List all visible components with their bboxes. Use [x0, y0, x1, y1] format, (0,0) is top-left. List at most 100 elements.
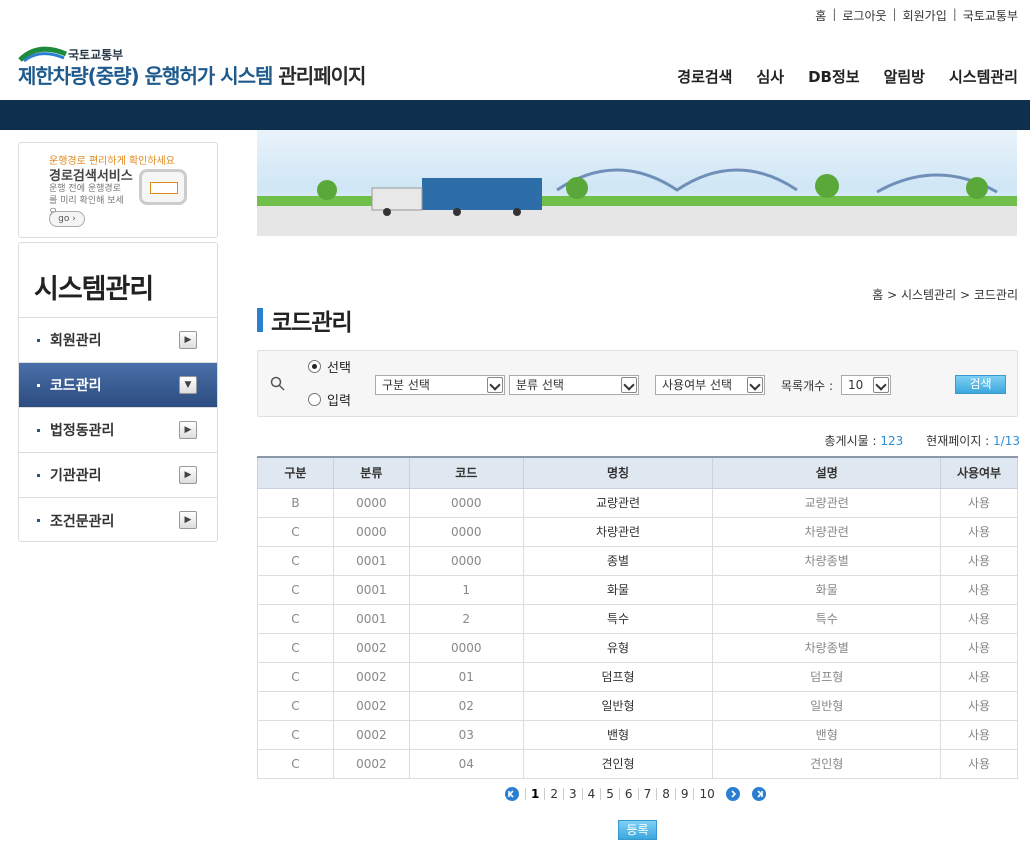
cell-name: 밴형 — [522, 719, 714, 750]
navbar-strip — [0, 100, 1030, 130]
table-row[interactable]: C 0002 0000 유형 차량종별 사용 — [257, 632, 1018, 663]
cell-name: 교량관련 — [522, 487, 714, 518]
sidebar-item-legal-dong[interactable]: 법정동관리 ▶ — [19, 408, 217, 453]
search-icon — [270, 376, 285, 391]
page-1[interactable]: 1 — [525, 788, 544, 800]
last-page-icon[interactable] — [751, 787, 766, 801]
global-nav: 경로검색 심사 DB정보 알림방 시스템관리 — [677, 66, 1018, 87]
bunryu-select-value: 분류 선택 — [516, 378, 564, 392]
col-gubun: 구분 — [257, 456, 334, 489]
signup-link[interactable]: 회원가입 — [903, 7, 947, 24]
sidebar-item-conditions[interactable]: 조건문관리 ▶ — [19, 498, 217, 543]
page-5[interactable]: 5 — [600, 788, 619, 800]
register-button[interactable]: 등록 — [618, 820, 657, 840]
cell-desc: 차량종별 — [712, 632, 942, 663]
chevron-down-icon — [747, 377, 763, 393]
cell-code: 0000 — [408, 545, 524, 576]
sidebar-item-codes[interactable]: 코드관리 ▼ — [19, 363, 217, 408]
cell-bunryu: 0002 — [332, 690, 410, 721]
cell-use: 사용 — [940, 516, 1018, 547]
cell-bunryu: 0000 — [332, 487, 410, 518]
cell-name: 화물 — [522, 574, 714, 605]
sidebar-item-agencies[interactable]: 기관관리 ▶ — [19, 453, 217, 498]
separator: | — [892, 7, 897, 21]
logout-link[interactable]: 로그아웃 — [842, 7, 886, 24]
col-code: 코드 — [408, 456, 524, 489]
bunryu-select[interactable]: 분류 선택 — [509, 375, 639, 395]
page-4[interactable]: 4 — [581, 788, 601, 800]
logo-title-admin: 관리페이지 — [278, 64, 366, 88]
arrow-right-icon: ▶ — [179, 466, 197, 484]
search-button[interactable]: 검색 — [955, 375, 1006, 394]
cell-code: 0000 — [408, 632, 524, 663]
next-page-icon[interactable] — [725, 787, 740, 801]
nav-system-admin[interactable]: 시스템관리 — [949, 66, 1018, 87]
page-6[interactable]: 6 — [618, 788, 638, 800]
cell-gubun: C — [257, 603, 334, 634]
gubun-select[interactable]: 구분 선택 — [375, 375, 505, 395]
table-row[interactable]: C 0001 0000 종별 차량종별 사용 — [257, 545, 1018, 576]
page-10[interactable]: 10 — [693, 788, 719, 800]
table-row[interactable]: C 0002 01 덤프형 덤프형 사용 — [257, 661, 1018, 692]
table-row[interactable]: B 0000 0000 교량관련 교량관련 사용 — [257, 487, 1018, 518]
cell-name: 덤프형 — [522, 661, 714, 692]
chevron-down-icon — [621, 377, 637, 393]
table-row[interactable]: C 0001 2 특수 특수 사용 — [257, 603, 1018, 634]
promo-go-button[interactable]: go › — [49, 211, 85, 227]
page-8[interactable]: 8 — [656, 788, 675, 800]
cell-name: 유형 — [522, 632, 714, 663]
cell-desc: 차량관련 — [712, 516, 942, 547]
home-link[interactable]: 홈 — [815, 7, 826, 24]
table-row[interactable]: C 0002 02 일반형 일반형 사용 — [257, 690, 1018, 721]
result-stats: 총게시물 : 123 현재페이지 : 1/13 — [825, 432, 1021, 449]
cell-code: 02 — [408, 690, 524, 721]
radio-select[interactable]: 선택 — [308, 357, 351, 376]
cell-desc: 견인형 — [712, 748, 942, 779]
cell-gubun: C — [257, 748, 334, 779]
search-panel: 선택 입력 구분 선택 분류 선택 사용여부 선택 목록개수 : 10 검색 — [257, 350, 1018, 417]
bullet-icon — [37, 428, 40, 432]
arrow-right-icon: ▶ — [179, 331, 197, 349]
cell-name: 차량관련 — [522, 516, 714, 547]
route-search-promo[interactable]: 운행경로 편리하게 확인하세요 경로검색서비스 운행 전에 운행경로를 미리 확… — [18, 142, 218, 238]
bullet-icon — [37, 383, 40, 387]
page-2[interactable]: 2 — [544, 788, 563, 800]
cell-use: 사용 — [940, 690, 1018, 721]
cell-desc: 특수 — [712, 603, 942, 634]
code-table: 구분 분류 코드 명칭 설명 사용여부 B 0000 0000 교량관련 교량관련 사용 C… — [257, 456, 1018, 779]
table-row[interactable]: C 0001 1 화물 화물 사용 — [257, 574, 1018, 605]
nav-review[interactable]: 심사 — [756, 66, 784, 87]
banner-illustration — [257, 168, 1017, 236]
nav-route-search[interactable]: 경로검색 — [677, 66, 732, 87]
page-9[interactable]: 9 — [674, 788, 694, 800]
table-row[interactable]: C 0002 03 밴형 밴형 사용 — [257, 719, 1018, 750]
col-name: 명칭 — [522, 456, 714, 489]
cell-gubun: C — [257, 516, 334, 547]
cell-gubun: C — [257, 661, 334, 692]
cell-use: 사용 — [940, 748, 1018, 779]
table-row[interactable]: C 0002 04 견인형 견인형 사용 — [257, 748, 1018, 779]
sidebar-item-label: 회원관리 — [50, 333, 102, 349]
page-7[interactable]: 7 — [637, 788, 657, 800]
breadcrumb-home[interactable]: 홈 — [872, 288, 883, 302]
separator: | — [952, 7, 957, 21]
radio-input[interactable]: 입력 — [308, 390, 351, 409]
use-select-value: 사용여부 선택 — [662, 378, 733, 392]
sidebar-item-members[interactable]: 회원관리 ▶ — [19, 318, 217, 363]
sidebar: 시스템관리 회원관리 ▶ 코드관리 ▼ 법정동관리 ▶ 기관관리 ▶ 조건문관리 ▶ — [18, 242, 218, 542]
breadcrumb-level1[interactable]: 시스템관리 — [901, 288, 956, 302]
list-count-select[interactable]: 10 — [841, 375, 891, 395]
cell-use: 사용 — [940, 661, 1018, 692]
first-page-icon[interactable] — [505, 787, 519, 801]
cell-gubun: C — [257, 632, 334, 663]
sidebar-item-label: 조건문관리 — [50, 513, 115, 530]
cell-gubun: C — [257, 574, 334, 605]
nav-db-info[interactable]: DB정보 — [808, 66, 860, 87]
nav-notice[interactable]: 알림방 — [884, 66, 925, 87]
gubun-select-value: 구분 선택 — [382, 378, 430, 392]
page-3[interactable]: 3 — [563, 788, 582, 800]
table-row[interactable]: C 0000 0000 차량관련 차량관련 사용 — [257, 516, 1018, 547]
use-select[interactable]: 사용여부 선택 — [655, 375, 765, 395]
ministry-link[interactable]: 국토교통부 — [963, 7, 1018, 24]
page-count: 1/13 — [993, 434, 1020, 448]
